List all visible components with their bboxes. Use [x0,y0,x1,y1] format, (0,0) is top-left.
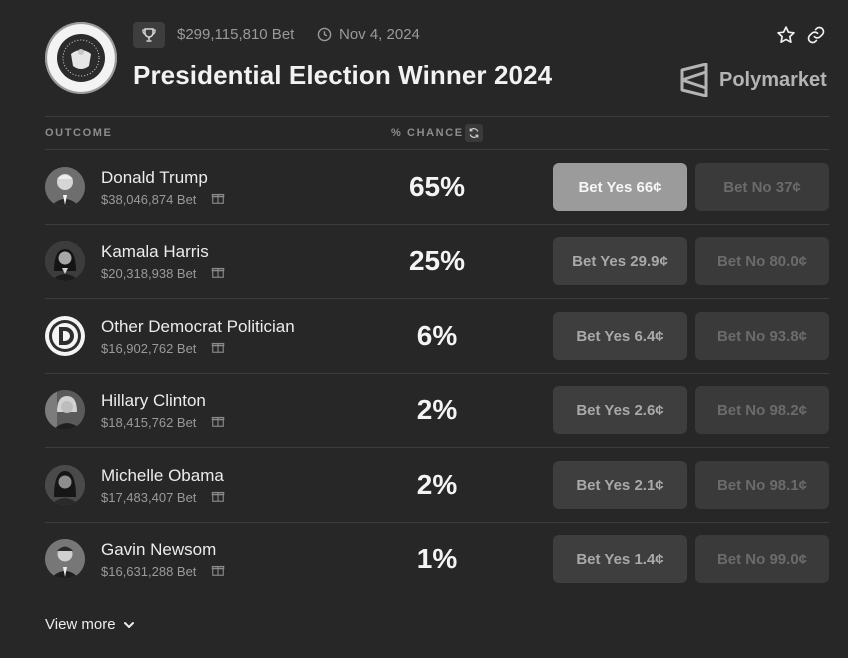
outcome-chance: 65% [408,171,466,202]
divider [45,116,829,117]
presidential-seal-image [45,22,117,94]
bet-yes-button[interactable]: Bet Yes 2.6¢ [553,386,687,434]
outcome-chance: 6% [416,320,458,351]
avatar-michelle-obama [45,465,85,505]
polymarket-logo-icon [680,63,708,97]
bet-yes-button[interactable]: Bet Yes 1.4¢ [553,535,687,583]
outcome-row: Hillary Clinton $18,415,762 Bet 2% Bet Y… [45,373,829,447]
outcome-volume: $20,318,938 Bet [101,266,197,281]
gift-icon [211,491,225,502]
avatar-democrat-logo [45,316,85,356]
bet-yes-button[interactable]: Bet Yes 29.9¢ [553,237,687,285]
outcome-name[interactable]: Kamala Harris [101,242,209,262]
outcome-chance: 2% [416,394,458,425]
page-title: Presidential Election Winner 2024 [133,60,553,90]
star-icon[interactable] [776,25,796,45]
outcome-volume: $16,631,288 Bet [101,564,197,579]
outcome-row: Other Democrat Politician $16,902,762 Be… [45,299,829,373]
outcome-chance: 25% [408,245,466,276]
trophy-icon [133,22,165,48]
outcome-name[interactable]: Hillary Clinton [101,391,206,411]
avatar-gavin-newsom [45,539,85,579]
refresh-icon[interactable] [465,124,483,142]
market-volume: $299,115,810 Bet [177,26,295,43]
bet-no-button[interactable]: Bet No 80.0¢ [695,237,829,285]
outcome-name[interactable]: Donald Trump [101,168,208,188]
outcome-volume: $16,902,762 Bet [101,341,197,356]
bet-no-button[interactable]: Bet No 93.8¢ [695,312,829,360]
bet-yes-button[interactable]: Bet Yes 6.4¢ [553,312,687,360]
bet-no-button[interactable]: Bet No 99.0¢ [695,535,829,583]
link-icon[interactable] [806,25,826,45]
brand-name: Polymarket [719,69,827,91]
outcome-volume: $38,046,874 Bet [101,192,197,207]
gift-icon [211,342,225,353]
bet-no-button[interactable]: Bet No 98.2¢ [695,386,829,434]
avatar-hillary-clinton [45,390,85,430]
bet-yes-button[interactable]: Bet Yes 66¢ [553,163,687,211]
market-end-date: Nov 4, 2024 [339,26,420,43]
bet-yes-button[interactable]: Bet Yes 2.1¢ [553,461,687,509]
outcome-name[interactable]: Other Democrat Politician [101,317,295,337]
clock-icon [317,27,332,42]
avatar-kamala-harris [45,241,85,281]
gift-icon [211,267,225,278]
gift-icon [211,565,225,576]
outcome-volume: $17,483,407 Bet [101,490,197,505]
outcome-name[interactable]: Gavin Newsom [101,540,216,560]
outcome-chance: 2% [416,469,458,500]
avatar-donald-trump [45,167,85,207]
bet-no-button[interactable]: Bet No 98.1¢ [695,461,829,509]
outcome-row: Gavin Newsom $16,631,288 Bet 1% Bet Yes … [45,522,829,596]
outcome-name[interactable]: Michelle Obama [101,466,224,486]
chevron-down-icon [123,621,134,628]
view-more-label: View more [45,616,116,633]
column-header-outcome: OUTCOME [45,127,113,139]
gift-icon [211,193,225,204]
gift-icon [211,416,225,427]
outcome-row: Michelle Obama $17,483,407 Bet 2% Bet Ye… [45,448,829,522]
outcome-row: Kamala Harris $20,318,938 Bet 25% Bet Ye… [45,224,829,298]
view-more-button[interactable]: View more [45,616,137,633]
outcome-volume: $18,415,762 Bet [101,415,197,430]
outcome-chance: 1% [416,543,458,574]
bet-no-button[interactable]: Bet No 37¢ [695,163,829,211]
outcome-row: Donald Trump $38,046,874 Bet 65% Bet Yes… [45,150,829,224]
column-header-chance: % CHANCE [391,127,464,139]
